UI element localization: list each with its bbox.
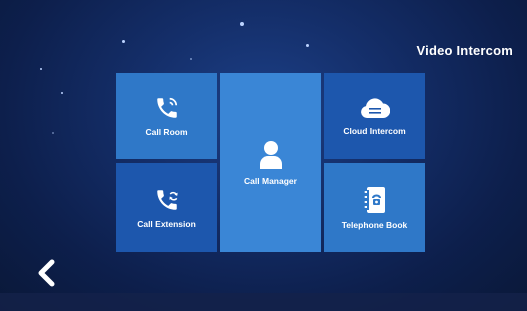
cloud-icon [360,96,390,120]
cloud-intercom-tile[interactable]: Cloud Intercom [324,73,425,159]
star-decoration [190,58,192,60]
call-manager-tile[interactable]: Call Manager [220,73,321,252]
intercom-screen: Video Intercom Call Room Call Manager Cl… [0,0,527,311]
call-room-label: Call Room [145,127,188,137]
star-decoration [40,68,42,70]
telephone-book-tile[interactable]: Telephone Book [324,163,425,252]
star-decoration [240,22,244,26]
star-decoration [306,44,309,47]
back-button[interactable] [34,258,60,288]
telephone-book-label: Telephone Book [341,219,408,230]
star-decoration [61,92,63,94]
bottom-band [0,293,527,311]
star-decoration [122,40,125,43]
phone-transfer-icon [154,187,180,213]
call-room-tile[interactable]: Call Room [116,73,217,159]
chevron-left-icon [34,259,60,292]
page-title: Video Intercom [416,43,513,58]
person-icon [258,140,284,170]
cloud-intercom-label: Cloud Intercom [343,126,406,136]
call-extension-label: Call Extension [137,218,196,229]
star-decoration [52,132,54,134]
call-extension-tile[interactable]: Call Extension [116,163,217,252]
call-manager-label: Call Manager [244,175,297,186]
phone-wave-icon [154,95,180,121]
phone-book-icon [363,186,387,214]
